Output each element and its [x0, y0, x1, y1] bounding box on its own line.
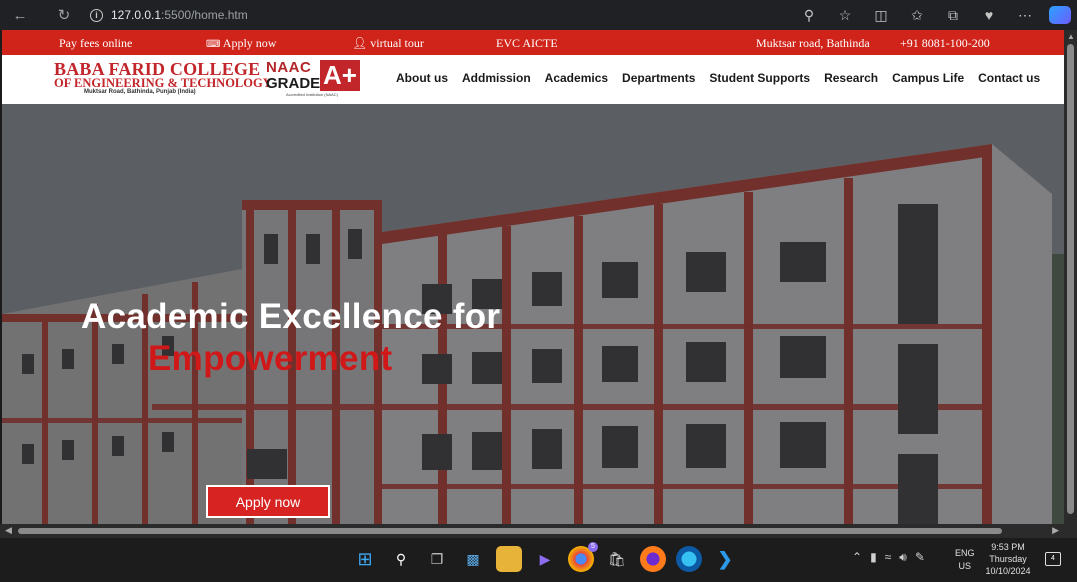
phone-text: +91 8081-100-200	[900, 36, 990, 50]
widgets-icon[interactable]: ▩	[460, 546, 486, 572]
firefox-icon[interactable]	[640, 546, 666, 572]
store-icon[interactable]: 🛍︎	[604, 546, 630, 572]
virtual-tour-link[interactable]: 👤︎ virtual tour	[352, 36, 424, 51]
clock-time: 9:53 PM	[991, 542, 1025, 552]
nav-admission[interactable]: Addmission	[462, 71, 531, 85]
virtual-tour-label: virtual tour	[370, 36, 424, 50]
url-host: 127.0.0.1	[111, 8, 162, 22]
scroll-left-icon[interactable]: ◀	[5, 525, 12, 536]
hero-subtitle: Empowerment	[148, 339, 393, 378]
nav-about-us[interactable]: About us	[396, 71, 448, 85]
url-path: :5500/home.htm	[161, 8, 248, 22]
vertical-scroll-thumb[interactable]	[1067, 44, 1074, 514]
scroll-up-icon[interactable]: ▲	[1067, 32, 1075, 41]
pen-icon[interactable]: ✎	[915, 550, 925, 565]
horizontal-scrollbar[interactable]: ◀ ▶	[0, 524, 1077, 538]
favorites-icon[interactable]: ✩	[901, 4, 933, 26]
horizontal-scroll-thumb[interactable]	[18, 528, 1002, 534]
notification-icon[interactable]: 4	[1045, 552, 1061, 566]
address-bar[interactable]: i 127.0.0.1:5500/home.htm	[90, 6, 248, 24]
language-indicator[interactable]: ENG US	[955, 547, 975, 573]
scroll-right-icon[interactable]: ▶	[1052, 525, 1059, 536]
college-logo[interactable]: BABA FARID COLLEGE OF ENGINEERING & TECH…	[54, 59, 364, 99]
hero-apply-button[interactable]: Apply now	[206, 485, 330, 518]
favorite-star-icon[interactable]: ☆	[829, 4, 861, 26]
browser-toolbar: ← ↻ i 127.0.0.1:5500/home.htm ⚲ ☆ ◫ ✩ ⧉ …	[0, 0, 1077, 30]
evc-aicte-link[interactable]: EVC AICTE	[496, 36, 558, 51]
web-viewport: Pay fees online ⌨ Apply now 👤︎ virtual t…	[2, 30, 1064, 524]
nav-contact-us[interactable]: Contact us	[978, 71, 1040, 85]
naac-badge: NAAC GRADE A+ Accredited Institution (NA…	[266, 59, 362, 97]
chrome-icon[interactable]: 5	[568, 542, 598, 572]
clock-day: Thursday	[989, 554, 1027, 564]
logo-address: Muktsar Road, Bathinda, Punjab (India)	[84, 89, 196, 95]
battery-icon[interactable]: ▮	[870, 550, 877, 565]
main-nav: About us Addmission Academics Department…	[396, 71, 1040, 85]
edge-icon[interactable]	[676, 546, 702, 572]
task-view-icon[interactable]: ❐	[424, 546, 450, 572]
volume-icon[interactable]: 🔊︎	[899, 550, 907, 565]
back-icon[interactable]: ←	[8, 3, 32, 27]
apply-now-link[interactable]: ⌨ Apply now	[206, 36, 276, 51]
file-explorer-icon[interactable]	[496, 546, 522, 572]
nav-student-supports[interactable]: Student Supports	[709, 71, 810, 85]
grade-text: GRADE	[266, 75, 321, 92]
language-code: ENG	[955, 548, 975, 558]
browser-actions: ⚲ ☆ ◫ ✩ ⧉ ♥ ⋯	[793, 0, 1077, 30]
split-screen-icon[interactable]: ◫	[865, 4, 897, 26]
clock[interactable]: 9:53 PM Thursday 10/10/2024	[985, 541, 1031, 577]
windows-start-icon[interactable]: ⊞	[352, 546, 378, 572]
taskbar-apps: ⊞ ⚲ ❐ ▩ ▶ 5 🛍︎ ❯	[352, 542, 738, 572]
nav-departments[interactable]: Departments	[622, 71, 695, 85]
search-icon[interactable]: ⚲	[388, 546, 414, 572]
nav-research[interactable]: Research	[824, 71, 878, 85]
accredited-text: Accredited Institution (NAAC)	[286, 92, 339, 97]
naac-text: NAAC	[266, 59, 312, 76]
site-info-icon[interactable]: i	[90, 8, 103, 22]
vertical-scrollbar[interactable]: ▲	[1064, 30, 1077, 524]
notification-count: 4	[1051, 555, 1055, 562]
site-header: BABA FARID COLLEGE OF ENGINEERING & TECH…	[2, 55, 1064, 104]
nav-academics[interactable]: Academics	[545, 71, 608, 85]
grade-value: A+	[320, 60, 360, 91]
chrome-badge: 5	[588, 542, 598, 552]
more-menu-icon[interactable]: ⋯	[1009, 4, 1041, 26]
keyboard-icon: ⌨	[206, 39, 221, 50]
hero-section: Academic Excellence for Empowerment Appl…	[2, 104, 1064, 524]
system-tray: ⌃ ▮ ≈ 🔊︎ ✎	[852, 550, 925, 565]
wifi-icon[interactable]: ≈	[885, 550, 892, 565]
hero-title: Academic Excellence for	[81, 297, 501, 336]
apply-now-label: Apply now	[222, 36, 277, 50]
vscode-icon[interactable]: ❯	[712, 546, 738, 572]
chevron-up-icon[interactable]: ⌃	[852, 550, 862, 565]
collections-icon[interactable]: ⧉	[937, 4, 969, 26]
refresh-icon[interactable]: ↻	[52, 3, 76, 27]
browser-essentials-icon[interactable]: ♥	[973, 4, 1005, 26]
copilot-icon[interactable]	[1049, 6, 1071, 24]
nav-campus-life[interactable]: Campus Life	[892, 71, 964, 85]
person-icon: 👤︎	[352, 36, 368, 50]
top-info-bar: Pay fees online ⌨ Apply now 👤︎ virtual t…	[2, 30, 1064, 55]
pay-fees-link[interactable]: Pay fees online	[59, 36, 132, 51]
taskbar: ⊞ ⚲ ❐ ▩ ▶ 5 🛍︎ ❯ ⌃ ▮ ≈ 🔊︎ ✎ ENG US 9:53 …	[0, 538, 1077, 582]
address-text: Muktsar road, Bathinda	[756, 36, 870, 50]
media-player-icon[interactable]: ▶	[532, 546, 558, 572]
clock-date: 10/10/2024	[985, 566, 1031, 576]
screen: ← ↻ i 127.0.0.1:5500/home.htm ⚲ ☆ ◫ ✩ ⧉ …	[0, 0, 1077, 582]
zoom-icon[interactable]: ⚲	[793, 4, 825, 26]
region-code: US	[958, 561, 972, 571]
